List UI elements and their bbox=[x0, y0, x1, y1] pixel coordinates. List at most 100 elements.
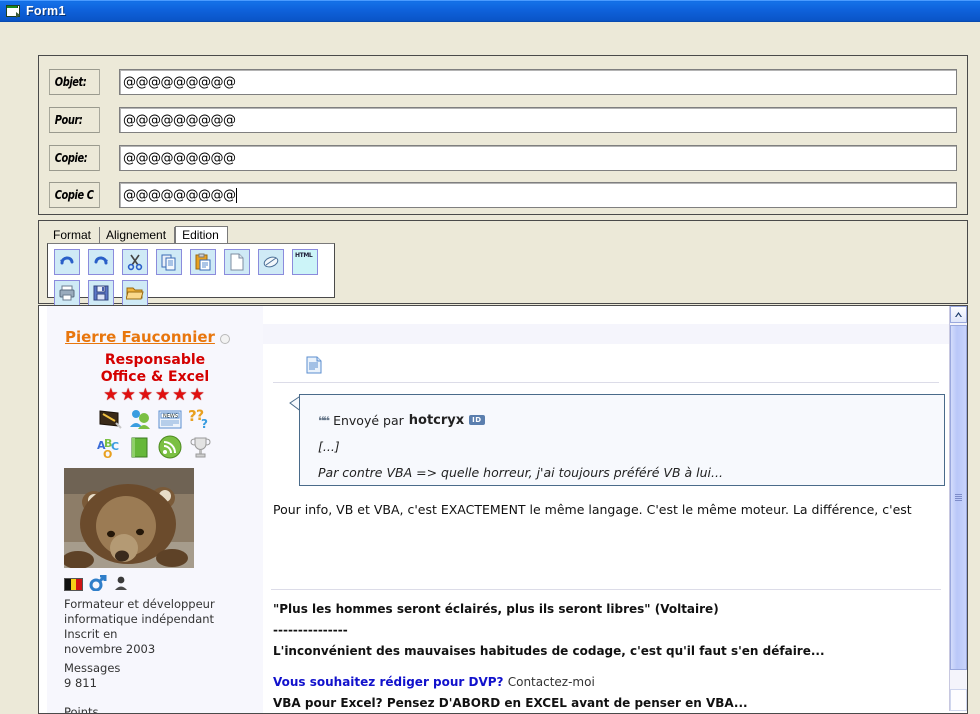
svg-text:O: O bbox=[103, 448, 112, 460]
recipients-frame: Objet: @@@@@@@@@ Pour: @@@@@@@@@ Copie: … bbox=[38, 55, 968, 215]
vb-form-icon bbox=[5, 3, 21, 19]
tutorial-badge-icon bbox=[97, 407, 124, 432]
user-rank-line1: Responsable bbox=[104, 352, 206, 368]
scroll-up-button[interactable] bbox=[950, 306, 967, 323]
scrollbar-thumb[interactable] bbox=[950, 325, 967, 670]
new-document-button[interactable] bbox=[224, 249, 250, 275]
signature-spacer bbox=[273, 662, 949, 672]
quote-line-1: [...] bbox=[318, 439, 340, 454]
input-pour-value: @@@@@@@@@ bbox=[123, 112, 236, 128]
scrollbar-track-bottom[interactable] bbox=[950, 689, 967, 711]
user-rank-line2: Office & Excel bbox=[100, 369, 210, 385]
input-copie[interactable]: @@@@@@@@@ bbox=[119, 145, 957, 171]
quote-header: ❝❝ Envoyé par hotcryx ID bbox=[318, 413, 944, 428]
signature-line-5: VBA pour Excel? Pensez D'ABORD en EXCEL … bbox=[273, 696, 748, 710]
quote-author[interactable]: hotcryx bbox=[409, 413, 464, 428]
post-user-column: Pierre Fauconnier Responsable Office & E… bbox=[47, 306, 263, 713]
trophy-badge-icon bbox=[187, 435, 214, 460]
post-signature: "Plus les hommes seront éclairés, plus i… bbox=[273, 599, 949, 713]
username-link[interactable]: Pierre Fauconnier bbox=[65, 328, 215, 346]
post-body-column: ❝❝ Envoyé par hotcryx ID [...] Par contr… bbox=[263, 306, 949, 713]
svg-text:NEWS: NEWS bbox=[163, 414, 178, 420]
print-icon bbox=[58, 284, 76, 302]
rediger-pour-dvp-link[interactable]: Vous souhaitez rédiger pour DVP? bbox=[273, 675, 504, 689]
post-document-icon bbox=[305, 356, 323, 374]
signature-line-2: --------------- bbox=[273, 623, 348, 637]
editor-toolbar-frame: Format Alignement Edition HTML bbox=[38, 220, 968, 306]
html-button[interactable]: HTML bbox=[292, 249, 318, 275]
occupation-line1: Formateur et développeur bbox=[64, 597, 215, 611]
user-badges: NEWS ??? ABCO bbox=[92, 407, 218, 461]
print-button[interactable] bbox=[54, 280, 80, 306]
input-objet-value: @@@@@@@@@ bbox=[123, 74, 236, 90]
tabstrip: Format Alignement Edition bbox=[47, 226, 228, 245]
label-objet: Objet: bbox=[49, 69, 100, 95]
contributor-badge-icon bbox=[127, 407, 154, 432]
window-titlebar[interactable]: Form1 bbox=[0, 0, 980, 22]
cut-icon bbox=[126, 253, 144, 271]
cut-button[interactable] bbox=[122, 249, 148, 275]
input-copie-value: @@@@@@@@@ bbox=[123, 150, 236, 166]
paste-button[interactable] bbox=[190, 249, 216, 275]
copy-icon bbox=[160, 253, 178, 271]
offline-dot-icon bbox=[219, 333, 230, 344]
points-label: Points bbox=[64, 705, 99, 713]
input-objet[interactable]: @@@@@@@@@ bbox=[119, 69, 957, 95]
svg-text:?: ? bbox=[201, 417, 208, 431]
eraser-button[interactable] bbox=[258, 249, 284, 275]
input-pour[interactable]: @@@@@@@@@ bbox=[119, 107, 957, 133]
joined-label: Inscrit en bbox=[64, 627, 118, 641]
signature-line-1: "Plus les hommes seront éclairés, plus i… bbox=[273, 602, 719, 616]
user-stars: ★★★★★★ bbox=[47, 385, 263, 404]
post-content: Pierre Fauconnier Responsable Office & E… bbox=[39, 306, 949, 713]
redo-icon bbox=[92, 253, 110, 271]
vertical-scrollbar[interactable] bbox=[949, 306, 967, 711]
user-occupation: Formateur et développeur informatique in… bbox=[64, 597, 254, 713]
signature-divider bbox=[271, 589, 941, 590]
user-rank: Responsable Office & Excel bbox=[47, 352, 263, 386]
quote-line-2: Par contre VBA => quelle horreur, j'ai t… bbox=[318, 465, 723, 480]
save-button[interactable] bbox=[88, 280, 114, 306]
new-document-icon bbox=[228, 253, 246, 271]
user-meta-icons bbox=[64, 574, 263, 594]
redo-button[interactable] bbox=[88, 249, 114, 275]
faq-badge-icon: ??? bbox=[187, 407, 214, 432]
book-badge-icon bbox=[127, 435, 154, 460]
messages-label: Messages bbox=[64, 661, 121, 675]
tab-alignement[interactable]: Alignement bbox=[100, 227, 176, 244]
undo-button[interactable] bbox=[54, 249, 80, 275]
copy-button[interactable] bbox=[156, 249, 182, 275]
id-badge-icon[interactable]: ID bbox=[469, 414, 485, 425]
paste-icon bbox=[194, 253, 212, 271]
user-avatar bbox=[64, 468, 194, 568]
input-copie-cachee[interactable]: @@@@@@@@@ bbox=[119, 182, 957, 208]
save-icon bbox=[92, 284, 110, 302]
contactez-moi-text[interactable]: Contactez-moi bbox=[508, 675, 595, 689]
chevron-up-icon bbox=[955, 312, 962, 317]
open-folder-button[interactable] bbox=[122, 280, 148, 306]
label-copie-cachee: Copie C bbox=[49, 182, 100, 208]
messages-value: 9 811 bbox=[64, 676, 97, 690]
tab-format[interactable]: Format bbox=[47, 227, 101, 244]
quote-prefix: Envoyé par bbox=[333, 413, 404, 428]
toolbar-panel: HTML bbox=[47, 243, 335, 306]
belgium-flag-icon bbox=[64, 577, 83, 591]
post-header-band bbox=[263, 324, 949, 344]
quote-block: ❝❝ Envoyé par hotcryx ID [...] Par contr… bbox=[299, 394, 945, 486]
post-browser-panel: Pierre Fauconnier Responsable Office & E… bbox=[38, 305, 968, 714]
signature-line-4: Vous souhaitez rédiger pour DVP? Contact… bbox=[273, 672, 949, 693]
news-badge-icon: NEWS bbox=[157, 407, 184, 432]
joined-value: novembre 2003 bbox=[64, 642, 156, 656]
open-folder-icon bbox=[126, 284, 144, 302]
label-copie: Copie: bbox=[49, 145, 100, 171]
undo-icon bbox=[58, 253, 76, 271]
post-body-text: Pour info, VB et VBA, c'est EXACTEMENT l… bbox=[273, 502, 912, 517]
eraser-icon bbox=[262, 253, 280, 271]
quote-marks-icon: ❝❝ bbox=[318, 413, 330, 428]
form-client-area: Objet: @@@@@@@@@ Pour: @@@@@@@@@ Copie: … bbox=[0, 22, 980, 714]
male-symbol-icon bbox=[89, 574, 107, 594]
html-icon: HTML bbox=[295, 252, 313, 259]
post-divider bbox=[273, 382, 939, 383]
stars-glyphs: ★★★★★★ bbox=[103, 385, 207, 404]
signature-line-3: L'inconvénient des mauvaises habitudes d… bbox=[273, 644, 825, 658]
